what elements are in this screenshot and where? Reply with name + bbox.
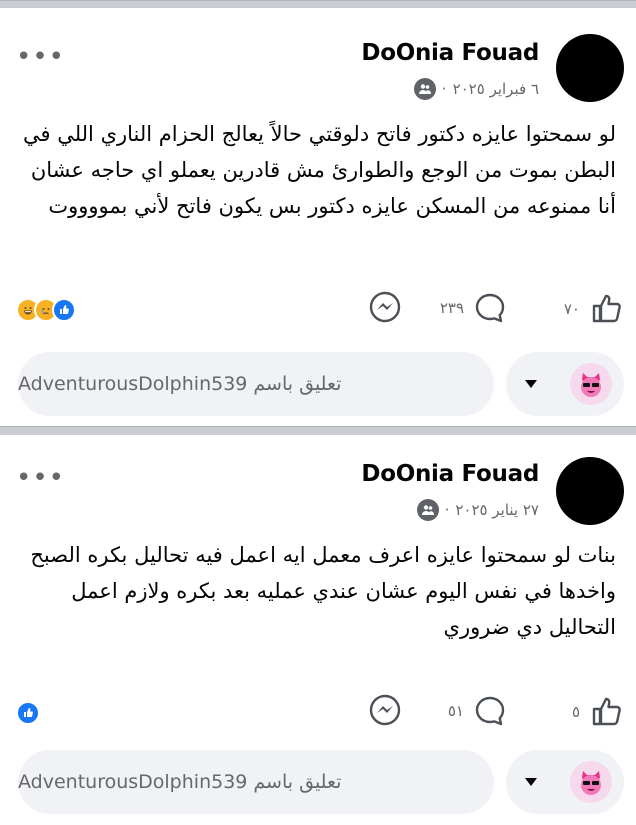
comment-icon	[475, 293, 505, 323]
like-icon	[592, 697, 621, 726]
post-meta: ٦ فبراير ٢٠٢٥ ·	[413, 78, 539, 100]
comment-button[interactable]: ٥١	[448, 695, 506, 727]
user-avatar	[570, 363, 612, 405]
like-icon	[592, 294, 621, 323]
author-avatar[interactable]	[556, 34, 624, 102]
more-options-icon[interactable]: •••	[16, 465, 65, 491]
messenger-share-icon	[369, 694, 401, 726]
user-avatar	[570, 761, 612, 803]
post-author[interactable]: DoOnia Fouad	[361, 40, 539, 66]
like-reaction-icon	[52, 298, 76, 322]
like-reaction-icon	[16, 701, 40, 725]
post-body: لو سمحتوا عايزه دكتور فاتح دلوقتي حالاً …	[22, 122, 616, 218]
caret-down-icon	[525, 778, 537, 786]
post-card: ••• DoOnia Fouad ٦ فبراير ٢٠٢٥ · لو سمحت…	[0, 8, 636, 426]
reactions-summary[interactable]	[16, 298, 76, 322]
like-count: ٥	[571, 703, 580, 721]
comment-composer: تعليق باسم AdventurousDolphin539	[18, 352, 624, 416]
post-author[interactable]: DoOnia Fouad	[361, 461, 539, 487]
comment-input[interactable]: تعليق باسم AdventurousDolphin539	[18, 750, 494, 814]
top-divider	[0, 0, 636, 8]
like-button[interactable]: ٥	[572, 695, 624, 729]
share-button[interactable]	[368, 290, 402, 324]
comment-button[interactable]: ٢٣٩	[440, 292, 506, 324]
post-divider	[0, 426, 636, 435]
share-button[interactable]	[368, 693, 402, 727]
comment-icon	[475, 696, 505, 726]
like-button[interactable]: ٧٠	[564, 292, 624, 326]
meta-separator: ·	[441, 80, 447, 98]
comment-count: ٥١	[447, 702, 464, 720]
reactions-summary[interactable]	[16, 701, 40, 725]
post-card: ••• DoOnia Fouad ٢٧ يناير ٢٠٢٥ · بنات لو…	[0, 435, 636, 825]
persona-switcher[interactable]	[506, 352, 624, 416]
post-body: بنات لو سمحتوا عايزه اعرف معمل ايه اعمل …	[30, 543, 616, 639]
comment-composer: تعليق باسم AdventurousDolphin539	[18, 750, 624, 814]
comment-input[interactable]: تعليق باسم AdventurousDolphin539	[18, 352, 494, 416]
post-date[interactable]: ٦ فبراير ٢٠٢٥	[453, 80, 539, 98]
post-actions: ٥١ ٥	[0, 691, 636, 731]
more-options-icon[interactable]: •••	[16, 44, 65, 70]
comment-count: ٢٣٩	[439, 299, 464, 317]
friends-privacy-icon	[413, 78, 436, 100]
persona-switcher[interactable]	[506, 750, 624, 814]
author-avatar[interactable]	[556, 457, 624, 525]
meta-separator: ·	[444, 501, 450, 519]
friends-privacy-icon	[416, 499, 439, 521]
post-date[interactable]: ٢٧ يناير ٢٠٢٥	[455, 501, 539, 519]
post-meta: ٢٧ يناير ٢٠٢٥ ·	[416, 499, 539, 521]
messenger-share-icon	[369, 291, 401, 323]
caret-down-icon	[525, 380, 537, 388]
like-count: ٧٠	[563, 300, 580, 318]
post-actions: ٢٣٩ ٧٠	[0, 288, 636, 328]
